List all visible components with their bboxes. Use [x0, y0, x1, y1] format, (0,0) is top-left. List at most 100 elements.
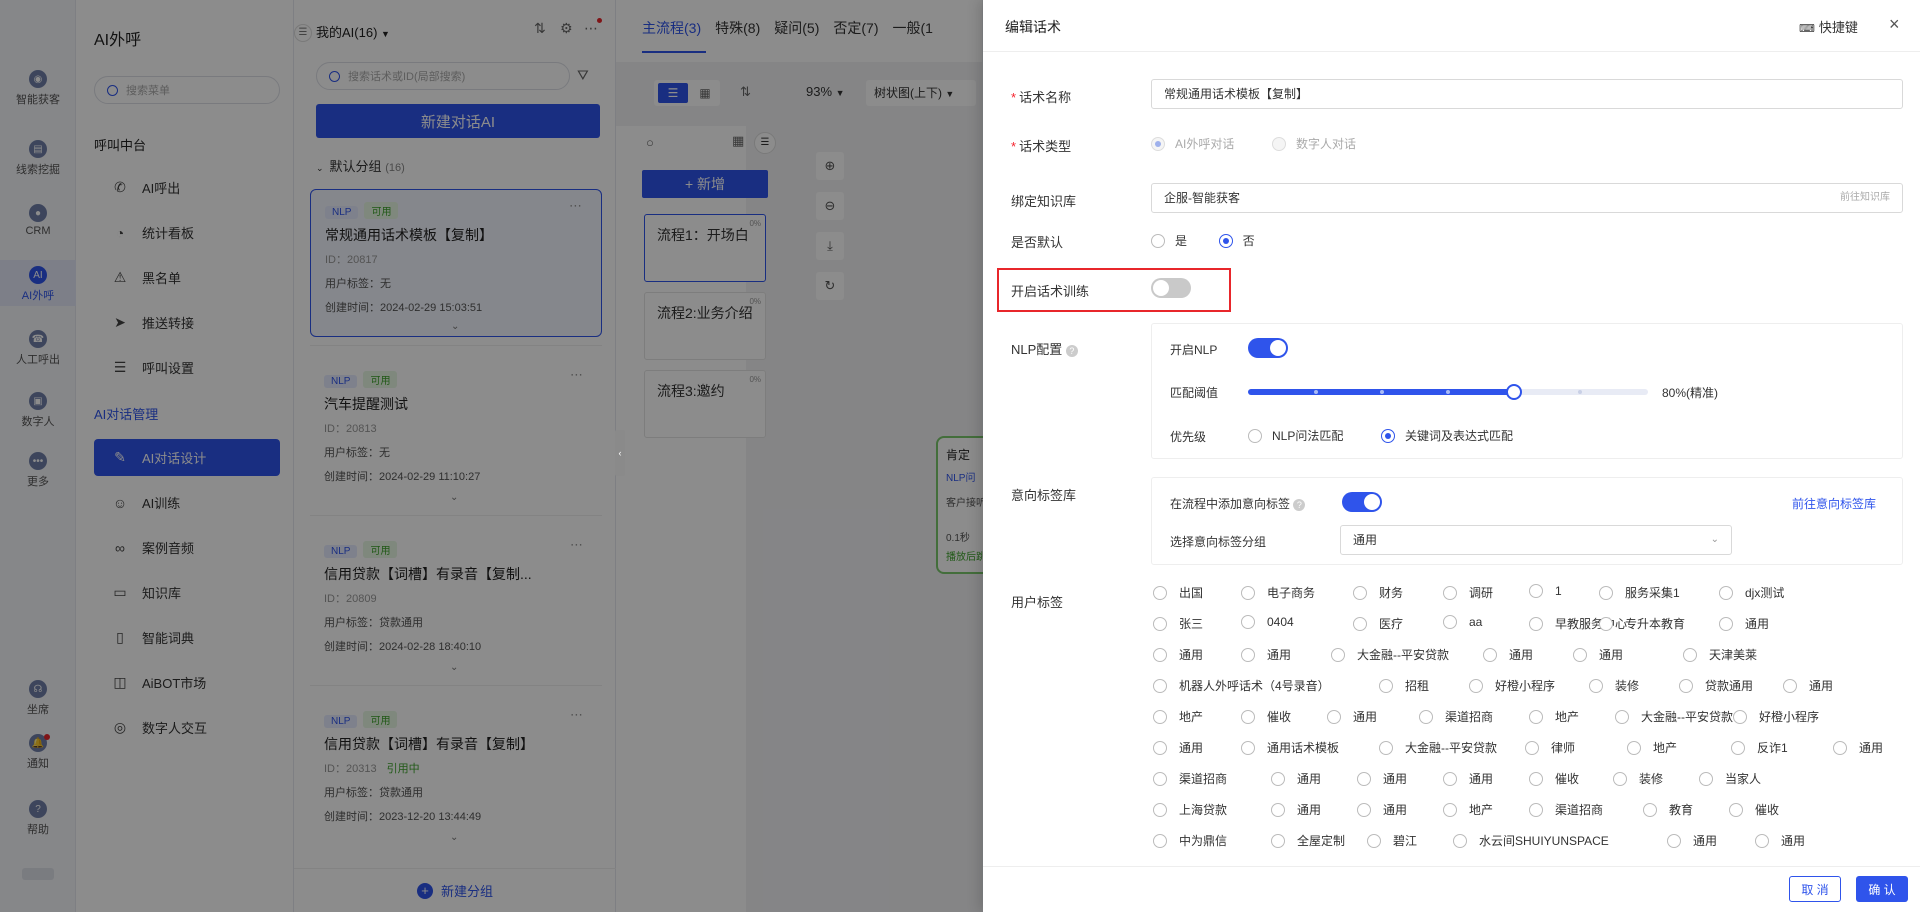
user-tag-checkbox[interactable]: 通用: [1483, 646, 1533, 663]
user-tag-checkbox[interactable]: 通用: [1327, 708, 1377, 725]
user-tag-checkbox[interactable]: 渠道招商: [1419, 708, 1493, 725]
user-tag-checkbox[interactable]: 律师: [1525, 739, 1575, 756]
user-tag-checkbox[interactable]: 渠道招商: [1529, 801, 1603, 818]
user-tag-checkbox[interactable]: 通用: [1153, 646, 1203, 663]
user-tag-checkbox[interactable]: 催收: [1241, 708, 1291, 725]
user-tag-checkbox[interactable]: 通用: [1833, 739, 1883, 756]
user-tag-checkbox[interactable]: 张三: [1153, 615, 1203, 632]
user-tag-checkbox[interactable]: 中为鼎信: [1153, 832, 1227, 849]
collapse-handle-icon[interactable]: ‹: [615, 430, 625, 476]
radio-icon: [1153, 647, 1167, 662]
shortcut-button[interactable]: ⌨ 快捷键: [1799, 17, 1858, 36]
user-tag-checkbox[interactable]: 全屋定制: [1271, 832, 1345, 849]
user-tag-checkbox[interactable]: 通用: [1357, 770, 1407, 787]
user-tag-checkbox[interactable]: 招租: [1379, 677, 1429, 694]
user-tag-checkbox[interactable]: 通用: [1357, 801, 1407, 818]
user-tag-checkbox[interactable]: 装修: [1589, 677, 1639, 694]
intent-group-select[interactable]: 通用 ⌄: [1340, 525, 1732, 555]
priority-opt1-label: NLP问法匹配: [1272, 429, 1344, 443]
user-tag-label: 通用: [1179, 648, 1204, 662]
user-tag-checkbox[interactable]: 通用: [1783, 677, 1833, 694]
user-tag-checkbox[interactable]: 通用: [1241, 646, 1291, 663]
user-tag-label: 专升本教育: [1625, 617, 1686, 631]
user-tag-checkbox[interactable]: 地产: [1443, 801, 1493, 818]
priority-label: 优先级: [1170, 430, 1207, 444]
user-tag-checkbox[interactable]: 出国: [1153, 584, 1203, 601]
nlp-toggle[interactable]: [1248, 338, 1288, 358]
user-tag-checkbox[interactable]: 机器人外呼话术（4号录音）: [1153, 677, 1330, 694]
radio-icon: [1729, 802, 1743, 817]
user-tag-checkbox[interactable]: 好橙小程序: [1733, 708, 1819, 725]
radio-icon: [1469, 678, 1483, 693]
intent-link[interactable]: 前往意向标签库: [1792, 495, 1876, 512]
user-tag-checkbox[interactable]: 0404: [1241, 615, 1294, 629]
user-tag-label: 1: [1555, 584, 1562, 598]
user-tag-checkbox[interactable]: 通用: [1271, 770, 1321, 787]
user-tag-checkbox[interactable]: 天津美莱: [1683, 646, 1757, 663]
user-tag-checkbox[interactable]: 通用: [1667, 832, 1717, 849]
user-tag-checkbox[interactable]: 上海贷款: [1153, 801, 1227, 818]
radio-icon: [1379, 678, 1393, 693]
user-tag-checkbox[interactable]: 调研: [1443, 584, 1493, 601]
script-name-input[interactable]: 常规通用话术模板【复制】: [1151, 79, 1903, 109]
knowledge-base-select[interactable]: 企服-智能获客 前往知识库: [1151, 183, 1903, 213]
user-tag-checkbox[interactable]: 通用: [1719, 615, 1769, 632]
type-ai-call-radio[interactable]: AI外呼对话: [1151, 135, 1234, 152]
cancel-button[interactable]: 取 消: [1789, 876, 1841, 902]
user-tag-checkbox[interactable]: 1: [1529, 584, 1562, 598]
default-no-radio[interactable]: 否: [1218, 232, 1255, 249]
kb-link[interactable]: 前往知识库: [1840, 184, 1890, 212]
user-tag-checkbox[interactable]: 当家人: [1699, 770, 1761, 787]
priority-radio-group: NLP问法匹配 关键词及表达式匹配: [1248, 427, 1547, 446]
threshold-thumb[interactable]: [1506, 384, 1522, 400]
threshold-slider[interactable]: [1248, 384, 1648, 400]
priority-keyword-radio[interactable]: 关键词及表达式匹配: [1380, 427, 1513, 444]
user-tag-checkbox[interactable]: 渠道招商: [1153, 770, 1227, 787]
user-tag-checkbox[interactable]: 医疗: [1353, 615, 1403, 632]
user-tag-checkbox[interactable]: 催收: [1729, 801, 1779, 818]
user-tag-checkbox[interactable]: 水云间SHUIYUNSPACE: [1453, 832, 1609, 849]
help-icon: ?: [1065, 345, 1078, 357]
close-icon[interactable]: ×: [1889, 14, 1900, 35]
user-tag-checkbox[interactable]: 通用: [1755, 832, 1805, 849]
user-tag-label: 招租: [1405, 679, 1430, 693]
user-tag-checkbox[interactable]: 催收: [1529, 770, 1579, 787]
user-tag-checkbox[interactable]: 好橙小程序: [1469, 677, 1555, 694]
radio-icon: [1529, 802, 1543, 817]
user-tag-checkbox[interactable]: 贷款通用: [1679, 677, 1753, 694]
user-tag-checkbox[interactable]: 专升本教育: [1599, 615, 1685, 632]
user-tag-checkbox[interactable]: 通用话术模板: [1241, 739, 1339, 756]
user-tag-checkbox[interactable]: 通用: [1153, 739, 1203, 756]
intent-toggle[interactable]: [1342, 492, 1382, 512]
user-tag-checkbox[interactable]: 碧江: [1367, 832, 1417, 849]
user-tag-checkbox[interactable]: 教育: [1643, 801, 1693, 818]
user-tag-checkbox[interactable]: 通用: [1573, 646, 1623, 663]
user-tag-checkbox[interactable]: 地产: [1529, 708, 1579, 725]
default-yes-radio[interactable]: 是: [1151, 232, 1187, 249]
intent-group-value: 通用: [1353, 533, 1378, 547]
user-tag-label: 好橙小程序: [1495, 679, 1556, 693]
user-tag-checkbox[interactable]: 地产: [1153, 708, 1203, 725]
user-tag-checkbox[interactable]: 通用: [1443, 770, 1493, 787]
user-tag-label: 通用: [1383, 803, 1408, 817]
user-tag-checkbox[interactable]: aa: [1443, 615, 1482, 629]
user-tag-checkbox[interactable]: 装修: [1613, 770, 1663, 787]
radio-icon: [1380, 428, 1395, 443]
user-tag-checkbox[interactable]: 通用: [1271, 801, 1321, 818]
user-tag-checkbox[interactable]: 服务采集1: [1599, 584, 1680, 601]
user-tag-checkbox[interactable]: djx测试: [1719, 584, 1784, 601]
type-digital-human-radio[interactable]: 数字人对话: [1271, 135, 1356, 152]
user-tag-checkbox[interactable]: 大金融--平安贷款: [1615, 708, 1733, 725]
user-tag-checkbox[interactable]: 大金融--平安贷款: [1379, 739, 1497, 756]
priority-nlp-radio[interactable]: NLP问法匹配: [1248, 427, 1343, 444]
confirm-button[interactable]: 确 认: [1856, 876, 1908, 902]
train-toggle[interactable]: [1151, 278, 1191, 298]
user-tag-checkbox[interactable]: 财务: [1353, 584, 1403, 601]
radio-icon: [1153, 678, 1167, 693]
user-tag-checkbox[interactable]: 大金融--平安贷款: [1331, 646, 1449, 663]
user-tag-checkbox[interactable]: 反诈1: [1731, 739, 1788, 756]
user-tag-checkbox[interactable]: 地产: [1627, 739, 1677, 756]
radio-icon: [1327, 709, 1341, 724]
modal-overlay[interactable]: [0, 0, 983, 912]
user-tag-checkbox[interactable]: 电子商务: [1241, 584, 1315, 601]
